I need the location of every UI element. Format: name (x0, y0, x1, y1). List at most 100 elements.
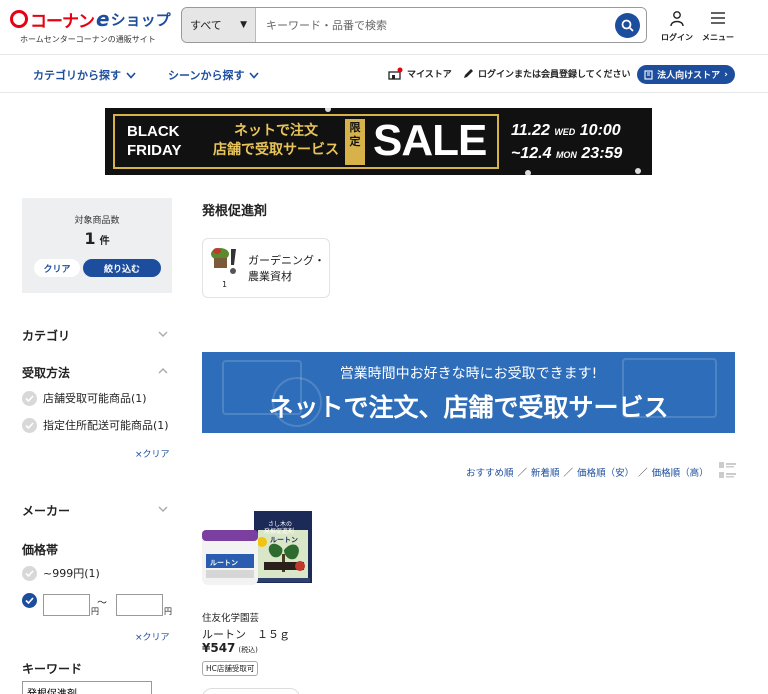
category-card-name: ガーデニング・農業資材 (248, 254, 325, 283)
chevron-down-icon (126, 71, 136, 79)
search-icon (621, 19, 634, 32)
banner-end-day: MON (555, 150, 577, 160)
promo-subtitle: 営業時間中お好きな時にお受取できます! (339, 366, 598, 382)
keyword-input[interactable] (22, 681, 152, 694)
price-option-label: ~999円(1) (43, 567, 100, 580)
keyword-filter-heading: キーワード (22, 662, 83, 676)
category-card-count: 1 (222, 280, 228, 289)
store-pickup-badge: HC店舗受取可 (202, 661, 259, 676)
category-filter-heading[interactable]: カテゴリ (22, 327, 70, 344)
banner-jp-line2: 店舗で受取サービス (213, 142, 339, 158)
user-icon (670, 11, 684, 27)
site-logo[interactable]: コーナン e ショップ ホームセンターコーナンの通販サイト (10, 6, 175, 48)
product-image[interactable]: さし木の 発根促進剤 ルートン ルートン (202, 508, 317, 590)
search-bar: すべて ▼ (181, 7, 647, 43)
login-register-link[interactable]: ログインまたは会員登録してください (463, 67, 630, 80)
store-icon (388, 67, 403, 80)
login-button[interactable]: ログイン (657, 10, 697, 43)
scene-browse-dropdown[interactable]: シーンから探す (168, 67, 260, 83)
banner-black-friday: BLACK FRIDAY (127, 122, 181, 160)
product-name[interactable]: ルートン １５ｇ (202, 626, 290, 642)
chevron-down-icon[interactable] (158, 329, 168, 339)
maker-filter-heading[interactable]: メーカー (22, 502, 70, 519)
receive-option-store[interactable]: 店舗受取可能商品(1) (22, 390, 147, 406)
banner-end-date: ~12.4 (511, 145, 552, 162)
hamburger-icon (711, 12, 725, 24)
site-header: コーナン e ショップ ホームセンターコーナンの通販サイト すべて ▼ ログイン… (0, 0, 768, 55)
banner-start: 11.22 WED 10:00 (511, 120, 622, 143)
product-jar-brand: ルートン (210, 559, 238, 567)
my-store-link[interactable]: マイストア (388, 67, 452, 80)
price-filter-heading: 価格帯 (22, 543, 59, 557)
search-input[interactable] (256, 8, 646, 42)
sort-separator: ／ (638, 468, 648, 479)
receive-clear-link[interactable]: ×クリア (135, 447, 170, 460)
banner-decoration (325, 108, 331, 112)
sort-price-high[interactable]: 価格順（高） (652, 465, 709, 479)
logo-brand: コーナン (30, 11, 95, 32)
apply-filter-button[interactable]: 絞り込む (83, 259, 161, 277)
login-label: ログイン (661, 33, 693, 42)
price-max-input[interactable] (116, 594, 163, 616)
clear-button[interactable]: クリア (34, 259, 80, 277)
scene-browse-label: シーンから探す (168, 69, 245, 82)
chevron-up-icon[interactable] (158, 366, 168, 376)
chevron-down-icon (249, 71, 260, 79)
category-browse-dropdown[interactable]: カテゴリから探す (33, 67, 136, 83)
logo-e: e (96, 7, 110, 31)
sort-recommended[interactable]: おすすめ順 (466, 465, 514, 479)
chevron-right-icon: › (724, 69, 728, 80)
logo-shop: ショップ (110, 10, 171, 29)
product-box-brand: ルートン (270, 536, 298, 544)
category-card[interactable]: 1 ガーデニング・農業資材 (202, 238, 330, 298)
search-category-label: すべて (190, 19, 222, 32)
result-count-value: 1 (84, 229, 96, 248)
search-button[interactable] (615, 13, 640, 38)
result-count-label: 対象商品数 (74, 216, 120, 226)
product-photo (202, 511, 312, 585)
banner-decoration (635, 168, 641, 174)
price-custom-checkbox[interactable] (22, 593, 37, 608)
receive-filter-heading[interactable]: 受取方法 (22, 364, 70, 381)
check-icon (22, 565, 37, 581)
product-box-text-2: 発根促進剤 (264, 528, 295, 535)
corporate-store-button[interactable]: 法人向けストア › (637, 65, 735, 84)
logo-mark: コーナン e ショップ (10, 6, 171, 32)
logo-circle-icon (10, 10, 28, 28)
sub-navigation: カテゴリから探す シーンから探す マイストア ログインまたは会員登録してください… (0, 56, 768, 93)
price-clear-link[interactable]: ×クリア (135, 630, 170, 643)
product-tax-label: (税込) (238, 646, 258, 654)
banner-end: ~12.4 MON 23:59 (511, 143, 622, 166)
result-count: 1件 (22, 229, 172, 248)
gardening-thumbnail (211, 248, 236, 274)
list-view-icon[interactable] (719, 461, 736, 479)
menu-button[interactable]: メニュー (698, 10, 738, 43)
pencil-icon (464, 69, 473, 78)
banner-start-date: 11.22 (511, 122, 550, 139)
result-count-unit: 件 (99, 236, 110, 247)
sort-options: おすすめ順 ／ 新着順 ／ 価格順（安） ／ 価格順（高） (466, 465, 709, 479)
price-option-under-999[interactable]: ~999円(1) (22, 565, 100, 581)
sort-price-low[interactable]: 価格順（安） (577, 465, 634, 479)
check-icon (22, 390, 37, 406)
banner-black: BLACK (127, 123, 180, 140)
banner-limited-badge: 限定 (345, 119, 365, 165)
check-icon (22, 417, 37, 433)
store-pickup-banner[interactable]: 営業時間中お好きな時にお受取できます! ネットで注文、店舗で受取サービス (202, 352, 735, 433)
corporate-store-label: 法人向けストア (657, 71, 721, 81)
price-min-input[interactable] (43, 594, 90, 616)
receive-option-label: 店舗受取可能商品(1) (43, 392, 147, 405)
add-to-cart-button[interactable] (202, 688, 300, 694)
banner-friday: FRIDAY (127, 142, 182, 159)
menu-label: メニュー (702, 33, 734, 42)
price-range-separator: 〜 (97, 598, 107, 609)
black-friday-banner[interactable]: BLACK FRIDAY ネットで注文 店舗で受取サービス 限定 SALE 11… (105, 108, 652, 175)
receive-option-label: 指定住所配送可能商品(1) (43, 419, 169, 432)
banner-decoration (525, 170, 531, 175)
sort-newest[interactable]: 新着順 (531, 465, 560, 479)
receive-option-delivery[interactable]: 指定住所配送可能商品(1) (22, 417, 169, 433)
search-category-select[interactable]: すべて ▼ (182, 8, 256, 42)
banner-start-time: 10:00 (579, 122, 621, 139)
banner-end-time: 23:59 (581, 145, 623, 162)
chevron-down-icon[interactable] (158, 504, 168, 514)
